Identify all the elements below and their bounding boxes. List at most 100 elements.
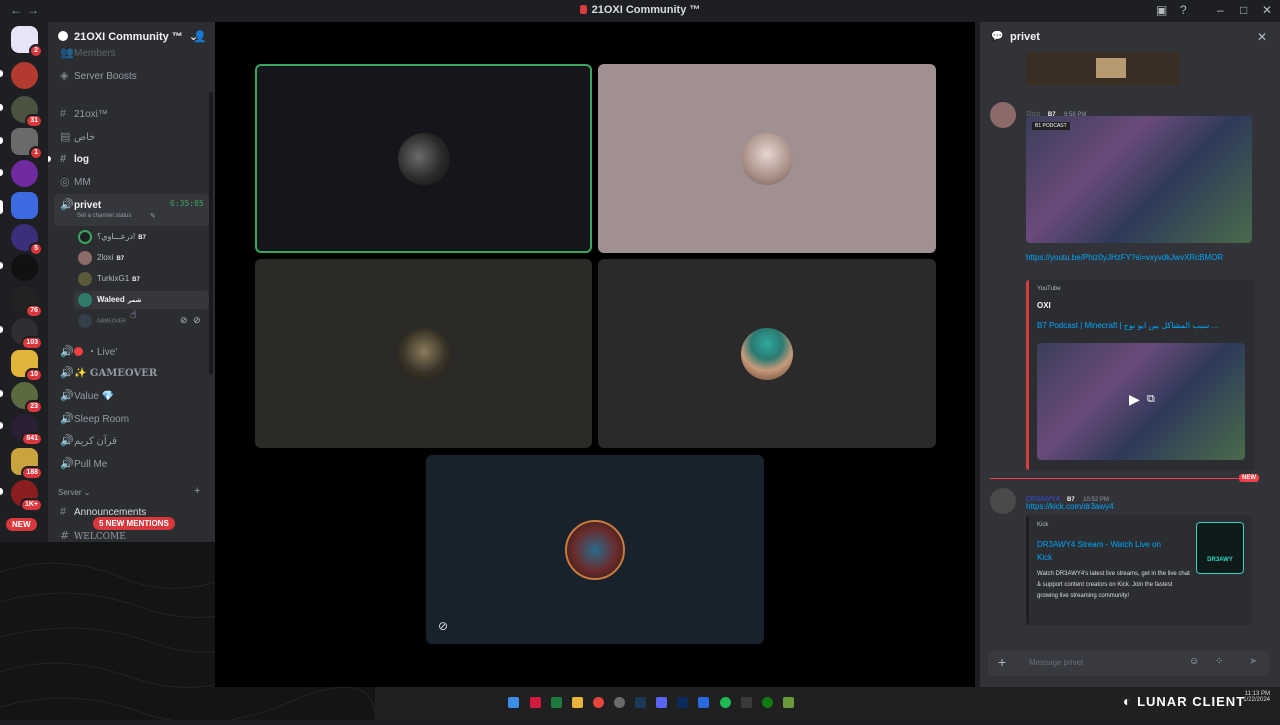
voice-channel-quran[interactable]: 🔊قرآن كريم <box>60 434 117 447</box>
server-icon[interactable]: 31 <box>11 96 43 128</box>
server-header[interactable]: 21OXI Community ™ ⌄ <box>58 30 198 43</box>
voice-user[interactable]: GAMEOVER <box>78 314 126 328</box>
panel-divider[interactable] <box>975 22 980 687</box>
close-chat-icon[interactable]: ✕ <box>1257 30 1267 44</box>
send-icon[interactable]: ➤ <box>1249 656 1257 667</box>
avatar <box>78 251 92 265</box>
server-icon[interactable]: 76 <box>11 286 43 318</box>
server-icon[interactable]: 841 <box>11 414 43 446</box>
server-icon[interactable] <box>11 160 38 187</box>
server-boosts-link[interactable]: ◈ Server Boosts <box>60 69 137 82</box>
voice-user[interactable]: 2loxi B7 <box>78 251 124 265</box>
unread-pill <box>0 488 3 495</box>
participant-tile[interactable] <box>598 259 936 448</box>
minimize-icon[interactable]: – <box>1217 3 1224 17</box>
participant-tile[interactable] <box>598 64 936 253</box>
pencil-icon[interactable]: ✎ <box>150 212 156 220</box>
server-icon[interactable] <box>11 62 38 89</box>
youtube-link[interactable]: https://youtu.be/Phiz0yJHzFY?si=vxyvdkJw… <box>1026 251 1226 264</box>
mouse-cursor-icon: ☝ <box>130 309 137 321</box>
new-mentions-pill[interactable]: 5 NEW MENTIONS <box>93 517 175 530</box>
embed-thumbnail[interactable]: DR3AWY <box>1196 522 1244 574</box>
xbox-icon[interactable] <box>762 697 773 708</box>
server-icon[interactable]: 10 <box>11 350 43 382</box>
voice-user[interactable]: Waleed شمر <box>78 293 141 307</box>
voice-user[interactable]: درعـــاوي؟! B7 <box>78 230 146 244</box>
channel-welcome[interactable]: # WELCOME <box>60 529 126 542</box>
boost-icon: ◈ <box>60 70 69 82</box>
inbox-icon[interactable]: ▣ <box>1156 3 1167 17</box>
server-icon[interactable]: 1K+ <box>11 480 43 512</box>
help-icon[interactable]: ? <box>1180 3 1187 17</box>
add-channel-icon[interactable]: + <box>194 485 200 497</box>
voice-channel-value[interactable]: 🔊Value 💎 <box>60 389 114 402</box>
server-icon[interactable]: 188 <box>11 448 43 480</box>
embed-provider: YouTube <box>1037 286 1061 292</box>
steam-icon[interactable] <box>635 697 646 708</box>
role-tag: B7 <box>116 256 125 263</box>
channel-21oxi[interactable]: #21oxi™ <box>60 108 108 120</box>
participant-tile[interactable] <box>255 259 592 448</box>
maximize-icon[interactable]: □ <box>1240 3 1247 17</box>
voice-user[interactable]: TurkixG1 B7 <box>78 272 140 286</box>
thumbnail-caption: B1 PODCAST <box>1032 122 1070 130</box>
settings-icon[interactable] <box>614 697 625 708</box>
embed-video-preview[interactable]: ▶ ⧉ <box>1037 343 1245 460</box>
server-icon[interactable] <box>11 254 38 281</box>
embed-title[interactable]: B7 Podcast | Minecraft | سبب المشاكل بين… <box>1037 321 1251 330</box>
category-server[interactable]: Server ⌄ <box>58 488 91 497</box>
server-icon[interactable]: 1 <box>11 128 43 160</box>
spotify-icon[interactable] <box>720 697 731 708</box>
participant-tile[interactable]: ⊘ <box>426 455 764 644</box>
apps-icon[interactable]: ⁘ <box>1215 656 1223 667</box>
play-icon[interactable]: ▶ <box>1129 391 1140 408</box>
direct-messages-button[interactable]: 2 <box>11 26 43 58</box>
discord-icon[interactable] <box>656 697 667 708</box>
open-external-icon[interactable]: ⧉ <box>1147 393 1155 406</box>
server-icon-selected[interactable] <box>11 192 38 219</box>
previous-image-attachment[interactable] <box>1026 52 1180 85</box>
invite-people-icon[interactable]: 👤 <box>193 30 207 43</box>
server-icon[interactable]: 23 <box>11 382 43 414</box>
taskbar-app-icon[interactable] <box>530 697 541 708</box>
participant-tile[interactable] <box>255 64 592 253</box>
voice-channel-pull-me[interactable]: 🔊Pull Me <box>60 457 107 470</box>
file-explorer-icon[interactable] <box>572 697 583 708</box>
start-icon[interactable] <box>508 697 519 708</box>
new-unreads-pill[interactable]: NEW <box>6 518 37 531</box>
members-link[interactable]: 👥Members <box>60 46 116 59</box>
voice-channel-gameover[interactable]: 🔊✨ GAMEOVER <box>60 366 157 379</box>
close-icon[interactable]: ✕ <box>1262 3 1272 17</box>
voice-channel-label: 🔊privet <box>60 199 102 211</box>
speaker-icon: 🔊 <box>60 435 74 447</box>
channel-log[interactable]: # log <box>60 153 89 165</box>
server-icon[interactable]: 103 <box>11 318 43 350</box>
server-icon[interactable]: 5 <box>11 224 43 256</box>
channel-status-input[interactable]: Set a channel status <box>77 213 131 219</box>
sidebar-scrollbar[interactable] <box>209 92 213 374</box>
image-block <box>1096 58 1126 78</box>
avatar[interactable] <box>990 102 1016 128</box>
chat-channel-title: privet <box>1010 31 1040 43</box>
voice-channel-live[interactable]: 🔊 ・Live' <box>60 343 117 358</box>
channel-private[interactable]: ▤ خاص <box>60 130 95 143</box>
voice-channel-sleep-room[interactable]: 🔊Sleep Room <box>60 412 129 425</box>
emoji-icon[interactable]: ☺ <box>1189 656 1199 667</box>
channel-mm[interactable]: ◎ MM <box>60 175 91 188</box>
system-clock[interactable]: 11:13 PM 1/22/2024 <box>1230 691 1270 703</box>
taskbar-app-icon[interactable] <box>741 697 752 708</box>
minecraft-icon[interactable] <box>783 697 794 708</box>
embed-author[interactable]: OXI <box>1037 301 1051 310</box>
embed-title[interactable]: DR3AWY4 Stream - Watch Live on Kick <box>1037 538 1177 564</box>
video-thumbnail-image[interactable]: B1 PODCAST <box>1026 116 1252 243</box>
kick-link[interactable]: https://kick.com/dr3awy4 <box>1026 500 1114 513</box>
taskbar-app-icon[interactable] <box>698 697 709 708</box>
excel-icon[interactable] <box>551 697 562 708</box>
hash-icon: # <box>60 506 67 518</box>
avatar[interactable] <box>990 488 1016 514</box>
muted-mic-icon: ⊘ <box>193 315 201 325</box>
photoshop-icon[interactable] <box>677 697 688 708</box>
chrome-icon[interactable] <box>593 697 604 708</box>
message-input[interactable]: Message privet <box>1029 658 1083 667</box>
add-attachment-icon[interactable]: + <box>998 654 1006 670</box>
